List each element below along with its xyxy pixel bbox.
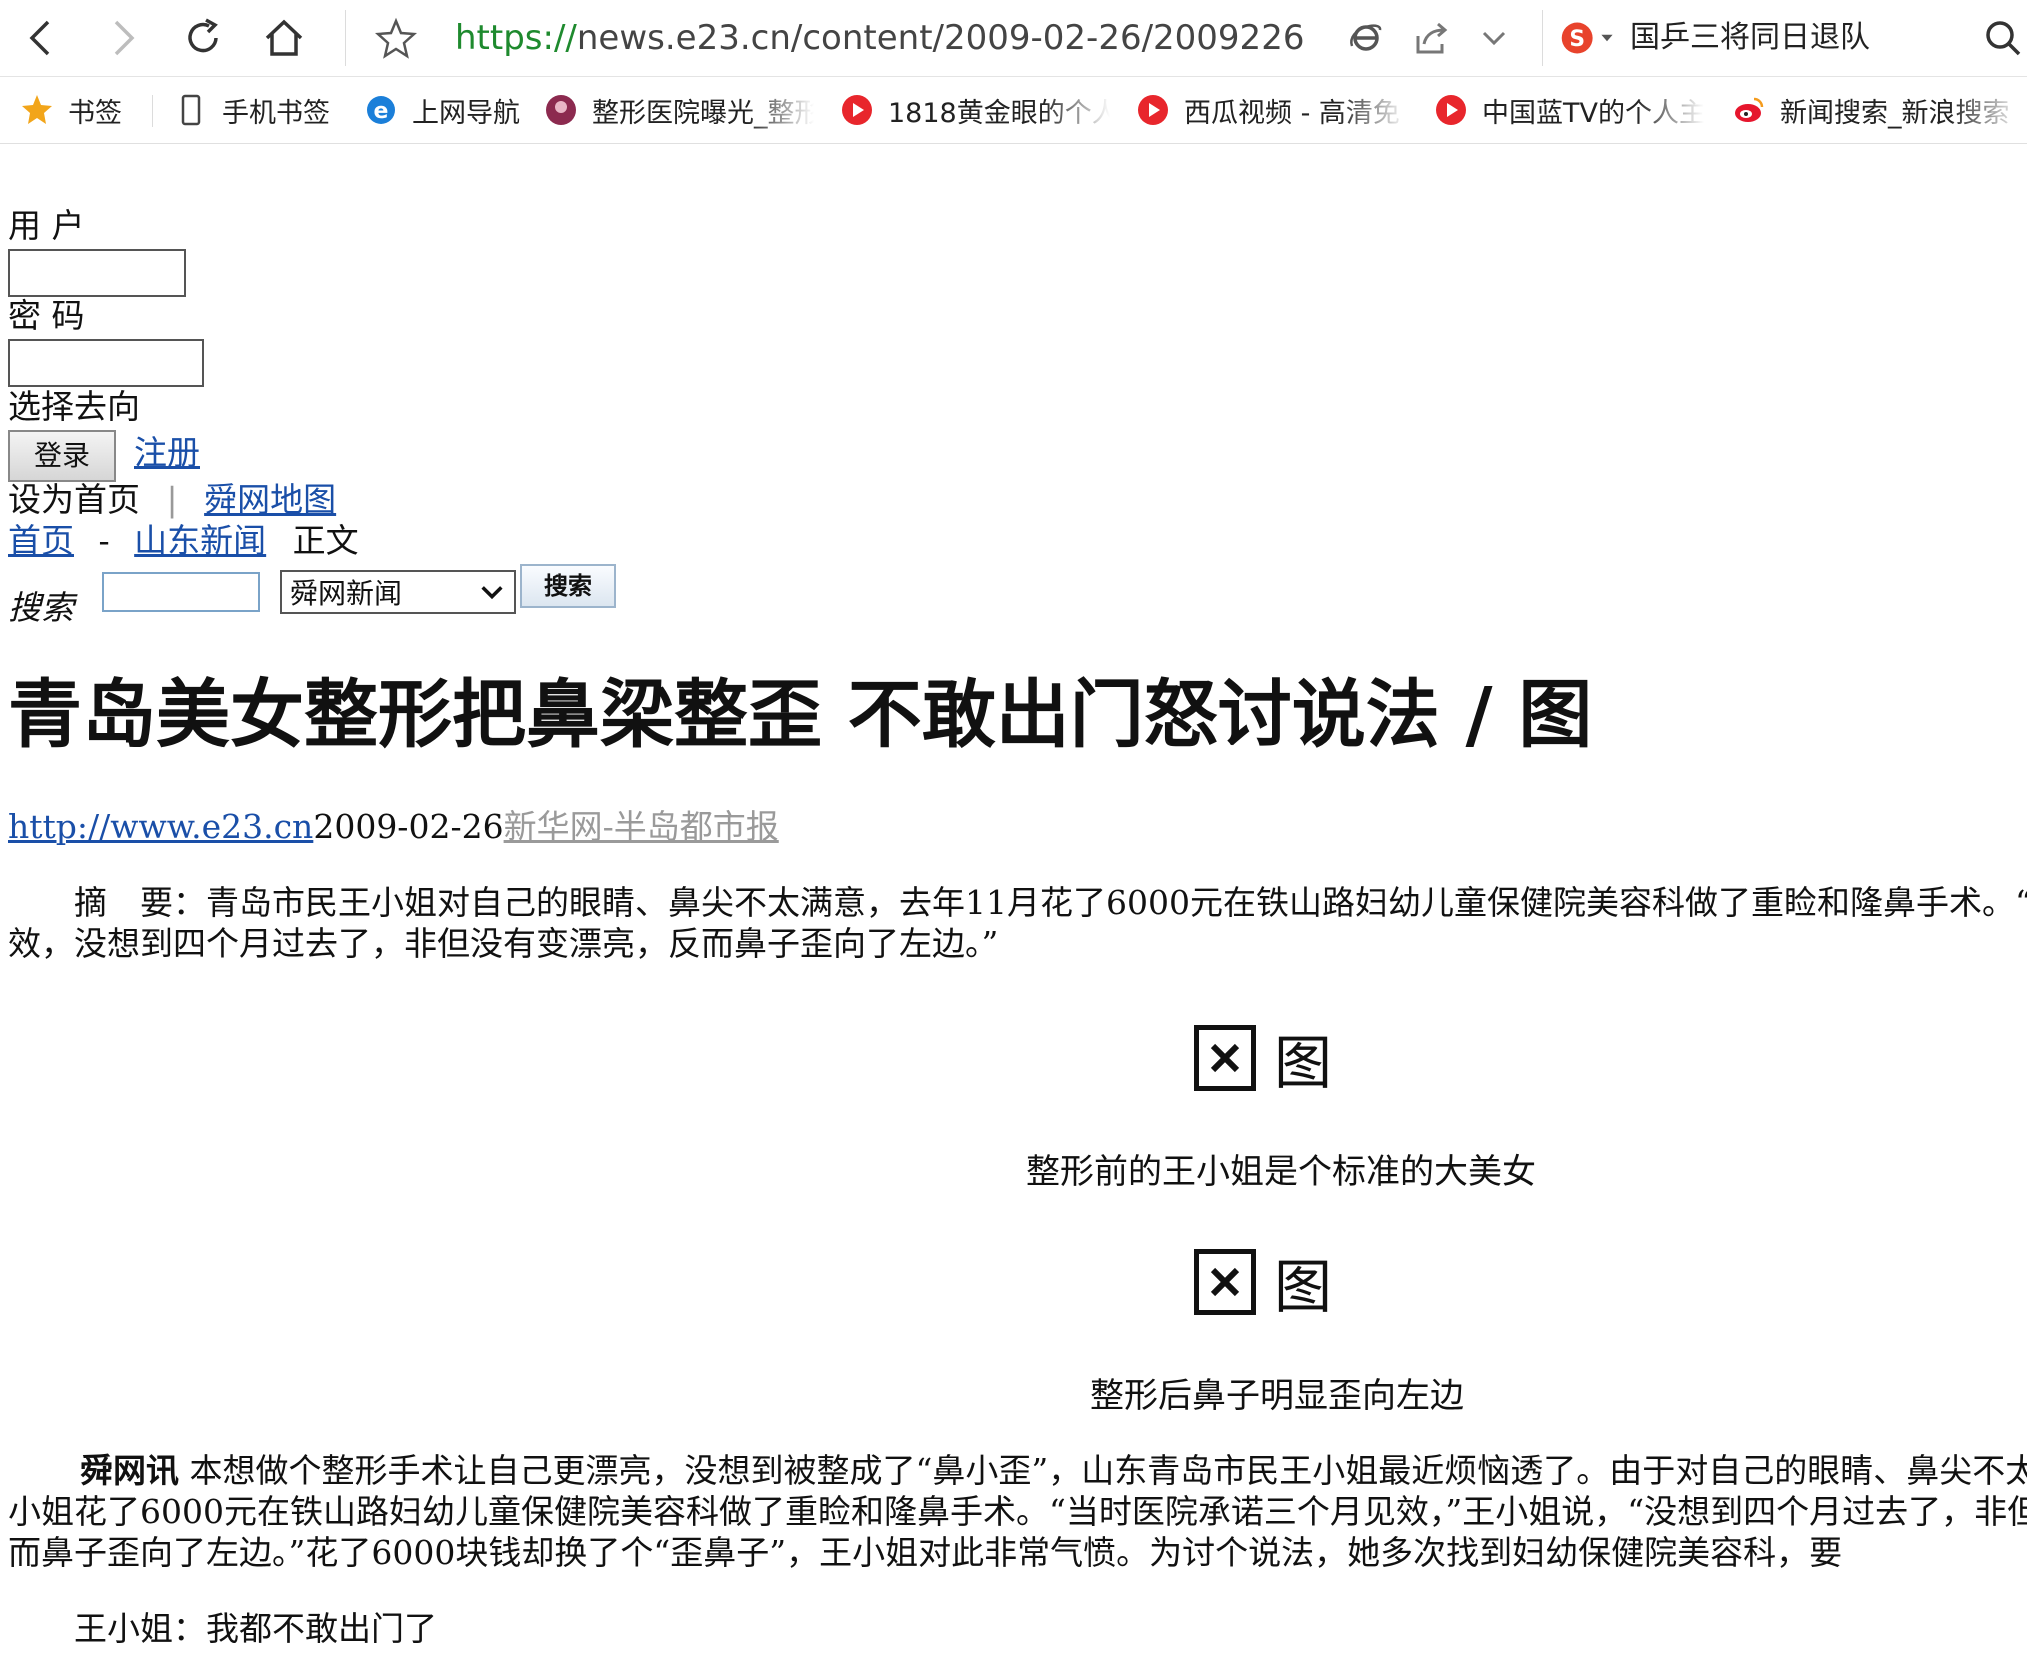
password-input[interactable] — [8, 339, 204, 387]
bookmark-item-1818[interactable]: 1818黄金眼的个人 — [840, 77, 1110, 143]
article-image-before: 图 — [1194, 1016, 1332, 1100]
breadcrumb-current: 正文 — [292, 521, 359, 560]
body-text: 本想做个整形手术让自己更漂亮，没想到被整成了“鼻小歪”，山东青岛市民王小姐最近烦… — [189, 1451, 2027, 1490]
star-outline-icon — [374, 17, 418, 59]
phone-icon — [174, 93, 208, 127]
caret-down-icon — [1601, 34, 1613, 42]
search-engine-selector[interactable]: S — [1552, 10, 1622, 66]
back-button[interactable] — [14, 10, 70, 66]
bookmark-star-button[interactable] — [368, 10, 424, 66]
browser-toolbar: https://news.e23.cn/content/2009-02-26/2… — [0, 0, 2027, 77]
broken-image-icon — [1194, 1249, 1256, 1315]
search-scope-value: 舜网新闻 — [290, 577, 403, 610]
site-badge-icon — [544, 93, 578, 127]
forward-arrow-icon — [114, 20, 135, 56]
back-arrow-icon — [29, 20, 50, 56]
breadcrumb-home-link[interactable]: 首页 — [8, 521, 74, 560]
bookmark-label: 整形医院曝光_整形 — [592, 97, 814, 129]
video-play-icon — [1136, 93, 1170, 127]
user-label: 用 户 — [8, 206, 85, 245]
ie-icon: e — [364, 93, 398, 127]
summary-line: 摘 要：青岛市民王小姐对自己的眼睛、鼻尖不太满意，去年11月花了6000元在铁山… — [74, 883, 2027, 922]
set-homepage-link[interactable]: 设为首页 — [8, 480, 140, 519]
bookmark-item-bookmarks[interactable]: 书签 — [20, 77, 140, 143]
search-go-button[interactable] — [1980, 10, 2026, 66]
body-line: 而鼻子歪向了左边。”花了6000块钱却换了个“歪鼻子”，王小姐对此非常气愤。为讨… — [8, 1533, 1843, 1572]
home-icon — [265, 19, 303, 56]
top-links: 设为首页 | 舜网地图 — [8, 477, 336, 523]
summary-line: 效，没想到四个月过去了，非但没有变漂亮，反而鼻子歪向了左边。” — [8, 924, 999, 963]
image-alt-text: 图 — [1274, 1029, 1333, 1097]
username-input[interactable] — [8, 249, 186, 297]
bookmark-item-plastic-surgery[interactable]: 整形医院曝光_整形 — [544, 77, 814, 143]
article-image-after: 图 — [1194, 1240, 1332, 1324]
bookmark-item-cztv[interactable]: 中国蓝TV的个人主 — [1434, 77, 1704, 143]
search-label: 搜索 — [8, 588, 74, 627]
address-bar[interactable]: https://news.e23.cn/content/2009-02-26/2… — [455, 14, 1305, 62]
share-button[interactable] — [1404, 10, 1460, 66]
reload-button[interactable] — [176, 10, 232, 66]
bookmarks-bar: 书签 手机书签 e 上网导航 整形医院曝光_整形 1818黄金眼的个人 西瓜视频… — [0, 77, 2027, 144]
password-label: 密 码 — [8, 296, 85, 335]
site-search-input[interactable] — [102, 572, 260, 612]
ie-mode-button[interactable] — [1338, 10, 1394, 66]
lead-label: 舜网讯 — [80, 1451, 179, 1490]
register-link[interactable]: 注册 — [134, 430, 200, 476]
body-line: 舜网讯 本想做个整形手术让自己更漂亮，没想到被整成了“鼻小歪”，山东青岛市民王小… — [8, 1450, 2027, 1491]
breadcrumb: 首页 - 山东新闻 正文 — [8, 518, 359, 564]
direction-label: 选择去向 — [8, 387, 140, 426]
breadcrumb-separator: - — [98, 521, 110, 560]
source-link[interactable]: http://www.e23.cn — [8, 807, 313, 846]
video-play-icon — [840, 93, 874, 127]
home-button[interactable] — [256, 10, 312, 66]
weibo-icon — [1732, 93, 1766, 127]
chevron-down-icon — [481, 586, 503, 600]
bookmark-label: 西瓜视频 - 高清免 — [1184, 97, 1400, 129]
article-title: 青岛美女整形把鼻梁整歪 不敢出门怒讨说法 / 图 — [8, 672, 1593, 758]
bookmark-item-xigua[interactable]: 西瓜视频 - 高清免 — [1136, 77, 1406, 143]
ie-mode-icon — [1350, 24, 1382, 51]
bookmark-item-mobile[interactable]: 手机书签 — [174, 77, 344, 143]
image-caption: 整形后鼻子明显歪向左边 — [1090, 1376, 1464, 1416]
share-icon — [1416, 22, 1448, 54]
svg-text:e: e — [374, 99, 389, 124]
bookmark-label: 上网导航 — [412, 97, 520, 129]
image-caption: 整形前的王小姐是个标准的大美女 — [1026, 1152, 1536, 1192]
bookmark-label: 手机书签 — [222, 97, 330, 129]
search-engine-input[interactable]: 国乒三将同日退队 — [1630, 14, 1870, 62]
dropdown-button[interactable] — [1466, 10, 1522, 66]
url-scheme: https:// — [455, 18, 577, 58]
publisher-link[interactable]: 新华网-半岛都市报 — [504, 807, 779, 846]
reload-icon — [188, 18, 218, 53]
bookmark-item-sina-search[interactable]: 新闻搜索_新浪搜索 — [1732, 77, 2022, 143]
search-submit-button[interactable]: 搜索 — [520, 564, 616, 608]
article-meta: http://www.e23.cn2009-02-26新华网-半岛都市报 — [8, 804, 779, 850]
article-subheading: 王小姐：我都不敢出门了 — [8, 1609, 437, 1648]
body-line: 小姐花了6000元在铁山路妇幼儿童保健院美容科做了重睑和隆鼻手术。“当时医院承诺… — [8, 1492, 2027, 1531]
search-scope-select[interactable]: 舜网新闻 — [280, 570, 516, 614]
login-button[interactable]: 登录 — [8, 430, 116, 482]
bookmark-item-navigation[interactable]: e 上网导航 — [364, 77, 524, 143]
article-date: 2009-02-26 — [313, 807, 504, 846]
url-text: news.e23.cn/content/2009-02-26/200922600… — [576, 18, 1305, 58]
svg-text:S: S — [1569, 27, 1585, 52]
bookmark-label: 中国蓝TV的个人主 — [1482, 97, 1704, 129]
site-map-link[interactable]: 舜网地图 — [204, 480, 336, 519]
forward-button[interactable] — [94, 10, 150, 66]
star-icon — [20, 93, 54, 127]
breadcrumb-section-link[interactable]: 山东新闻 — [134, 521, 266, 560]
bookmark-label: 1818黄金眼的个人 — [888, 97, 1110, 129]
bookmark-label: 书签 — [68, 97, 122, 129]
broken-image-icon — [1194, 1025, 1256, 1091]
link-divider: | — [166, 480, 178, 519]
search-icon — [1986, 21, 2021, 56]
bookmark-label: 新闻搜索_新浪搜索 — [1780, 97, 2010, 129]
video-play-icon — [1434, 93, 1468, 127]
sogou-logo-icon: S — [1561, 22, 1593, 54]
chevron-down-icon — [1482, 31, 1506, 46]
image-alt-text: 图 — [1274, 1253, 1333, 1321]
